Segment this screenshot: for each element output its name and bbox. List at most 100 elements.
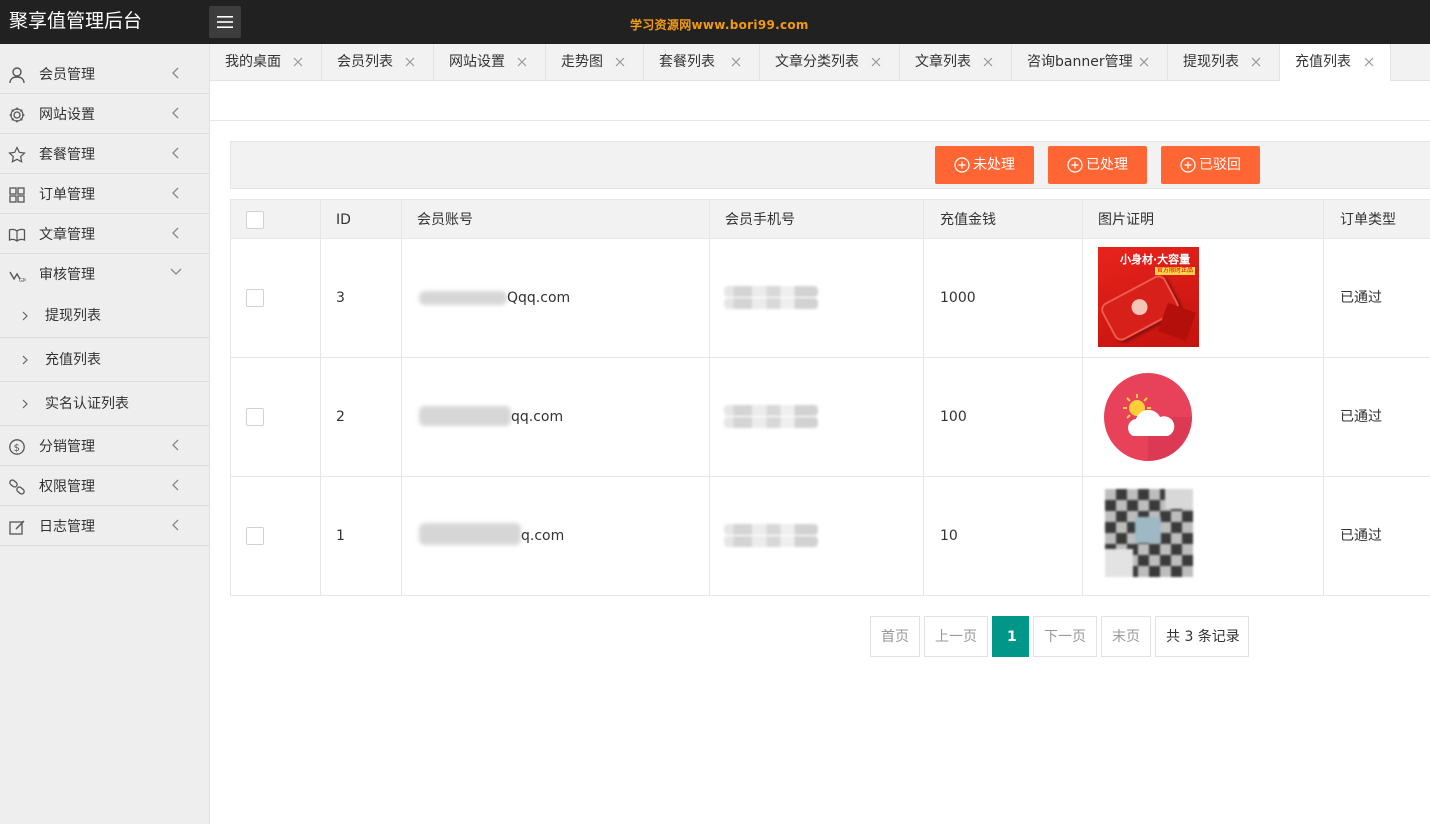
chevron-down-icon <box>170 268 182 275</box>
button-label: 未处理 <box>973 157 1015 173</box>
app-title: 聚享值管理后台 <box>9 10 143 32</box>
phone-redaction <box>724 417 818 428</box>
tab-withdraw-list[interactable]: 提现列表 <box>1168 44 1280 80</box>
row-amount: 100 <box>940 409 967 425</box>
row-id: 2 <box>336 409 345 425</box>
qr-code-image[interactable] <box>1105 489 1193 577</box>
tab-label: 咨询banner管理 <box>1027 54 1133 70</box>
account-redaction <box>419 291 507 305</box>
select-all-checkbox[interactable] <box>246 211 264 229</box>
close-icon[interactable] <box>1137 55 1151 69</box>
sidebar-item-logs[interactable]: 日志管理 <box>0 506 209 546</box>
button-label: 已驳回 <box>1199 157 1241 173</box>
tab-article-category-list[interactable]: 文章分类列表 <box>760 44 900 80</box>
close-icon[interactable] <box>981 55 995 69</box>
sidebar: 会员管理 网站设置 套餐管理 订单管理 文章管理 GM 审核管理 提现列表 充值… <box>0 44 210 824</box>
close-icon[interactable] <box>613 55 627 69</box>
filter-unprocessed-button[interactable]: 未处理 <box>935 146 1034 184</box>
table-row: 3 Qqq.com 1000 小身材·大容量 官方限时正品 已通过 <box>231 239 1430 358</box>
chevron-left-icon <box>172 187 179 199</box>
sidebar-subitem-label: 提现列表 <box>45 308 101 324</box>
tab-label: 文章列表 <box>915 54 971 70</box>
sidebar-item-orders[interactable]: 订单管理 <box>0 174 209 214</box>
close-icon[interactable] <box>1249 55 1263 69</box>
button-label: 已处理 <box>1086 157 1128 173</box>
column-divider <box>923 199 924 596</box>
dollar-icon: $ <box>9 439 25 455</box>
menu-toggle-button[interactable] <box>209 6 241 38</box>
tab-article-list[interactable]: 文章列表 <box>900 44 1012 80</box>
tab-desktop[interactable]: 我的桌面 <box>210 44 322 80</box>
sidebar-item-audit[interactable]: GM 审核管理 <box>0 254 209 294</box>
phone-redaction <box>724 298 818 309</box>
pagination-last[interactable]: 末页 <box>1101 616 1151 657</box>
tab-recharge-list[interactable]: 充值列表 <box>1280 44 1391 81</box>
phone-redaction <box>724 405 818 416</box>
link-icon <box>9 479 25 495</box>
pagination-first[interactable]: 首页 <box>870 616 920 657</box>
sidebar-item-label: 审核管理 <box>39 267 95 283</box>
sidebar-subitem-label: 实名认证列表 <box>45 396 129 412</box>
chevron-right-icon <box>22 355 28 365</box>
weather-icon[interactable] <box>1103 372 1193 462</box>
chevron-left-icon <box>172 227 179 239</box>
pagination-label: 1 <box>1007 629 1017 645</box>
top-header: 聚享值管理后台 学习资源网www.bori99.com <box>0 0 1430 44</box>
grid-icon <box>9 187 25 203</box>
column-header-amount: 充值金钱 <box>940 212 996 228</box>
pagination-current-page[interactable]: 1 <box>992 616 1029 657</box>
filter-processed-button[interactable]: 已处理 <box>1048 146 1147 184</box>
row-account: q.com <box>521 528 565 544</box>
column-divider <box>1082 199 1083 596</box>
tab-trend-chart[interactable]: 走势图 <box>546 44 644 80</box>
svg-text:$: $ <box>14 443 20 454</box>
tab-label: 我的桌面 <box>225 54 281 70</box>
tab-label: 网站设置 <box>449 54 505 70</box>
close-icon[interactable] <box>515 55 529 69</box>
book-icon <box>8 228 26 242</box>
ad-headline: 小身材·大容量 <box>1120 253 1191 266</box>
row-checkbox[interactable] <box>246 289 264 307</box>
sidebar-item-label: 权限管理 <box>39 479 95 495</box>
gear-icon <box>9 107 25 123</box>
close-icon[interactable] <box>291 55 305 69</box>
tab-label: 走势图 <box>561 54 603 70</box>
close-icon[interactable] <box>403 55 417 69</box>
sidebar-subitem-withdraw-list[interactable]: 提现列表 <box>0 294 209 338</box>
phone-redaction <box>724 536 818 547</box>
chevron-right-icon <box>22 399 28 409</box>
tab-label: 会员列表 <box>337 54 393 70</box>
tab-label: 提现列表 <box>1183 54 1239 70</box>
chevron-right-icon <box>22 311 28 321</box>
sidebar-subitem-realname-list[interactable]: 实名认证列表 <box>0 382 209 426</box>
close-icon[interactable] <box>1362 55 1376 69</box>
tab-package-list[interactable]: 套餐列表 <box>644 44 760 80</box>
sidebar-item-packages[interactable]: 套餐管理 <box>0 134 209 174</box>
sidebar-item-permissions[interactable]: 权限管理 <box>0 466 209 506</box>
pagination-label: 上一页 <box>935 629 977 645</box>
pagination-prev[interactable]: 上一页 <box>924 616 988 657</box>
column-divider <box>709 199 710 596</box>
row-checkbox[interactable] <box>246 527 264 545</box>
sidebar-item-site-settings[interactable]: 网站设置 <box>0 94 209 134</box>
pagination-next[interactable]: 下一页 <box>1033 616 1097 657</box>
sidebar-subitem-recharge-list[interactable]: 充值列表 <box>0 338 209 382</box>
pagination-label: 下一页 <box>1044 629 1086 645</box>
tab-bar: 我的桌面 会员列表 网站设置 走势图 套餐列表 文章分类列表 文章列表 咨询ba… <box>210 44 1430 81</box>
close-icon[interactable] <box>729 55 743 69</box>
tab-banner-management[interactable]: 咨询banner管理 <box>1012 44 1168 80</box>
sidebar-item-label: 订单管理 <box>39 187 95 203</box>
phone-ad-image[interactable]: 小身材·大容量 官方限时正品 <box>1098 247 1199 347</box>
pagination-total: 共 3 条记录 <box>1155 616 1249 657</box>
sidebar-item-members[interactable]: 会员管理 <box>0 54 209 94</box>
sidebar-item-distribution[interactable]: $ 分销管理 <box>0 426 209 466</box>
sidebar-item-articles[interactable]: 文章管理 <box>0 214 209 254</box>
column-divider <box>401 199 402 596</box>
table-header: ID 会员账号 会员手机号 充值金钱 图片证明 订单类型 <box>231 199 1430 239</box>
chevron-left-icon <box>172 67 179 79</box>
tab-site-settings[interactable]: 网站设置 <box>434 44 546 80</box>
tab-member-list[interactable]: 会员列表 <box>322 44 434 80</box>
close-icon[interactable] <box>869 55 883 69</box>
filter-rejected-button[interactable]: 已驳回 <box>1161 146 1260 184</box>
row-checkbox[interactable] <box>246 408 264 426</box>
